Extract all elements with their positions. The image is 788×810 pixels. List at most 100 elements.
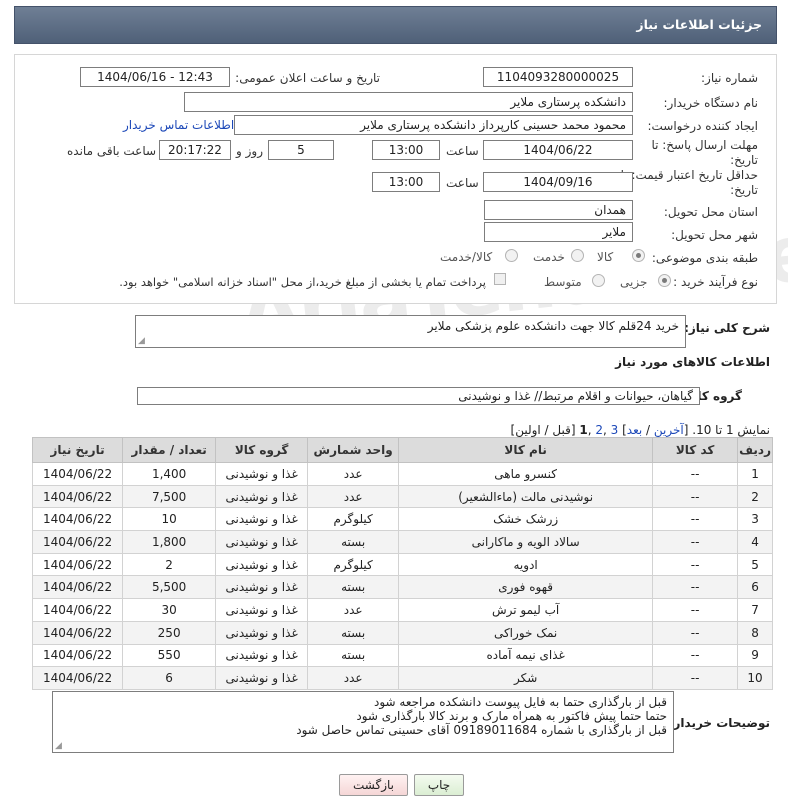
cell-item-name: زرشک خشک	[398, 507, 654, 532]
items-table: ردیف کد کالا نام کالا واحد شمارش گروه کا…	[31, 437, 773, 690]
table-row[interactable]: 2 -- نوشیدنی مالت (ماءالشعیر) عدد غذا و نوشی…	[31, 484, 773, 509]
process-radio-minor[interactable]	[658, 274, 671, 287]
buyer-note-line-3: قبل از بارگذاری با شماره 09189011684 آقا…	[296, 723, 667, 737]
reply-date-field[interactable]: 1404/06/22	[483, 140, 633, 160]
cell-group: غذا و نوشیدنی	[215, 643, 309, 668]
col-quantity: تعداد / مقدار	[122, 437, 217, 463]
city-label: شهر محل تحویل:	[671, 228, 758, 242]
cell-item-code: --	[652, 575, 739, 600]
cell-unit: بسته	[307, 530, 400, 554]
table-row[interactable]: 10 -- شکر عدد غذا و نوشیدنی 6 1404/06/22	[31, 666, 773, 690]
cell-item-name: نوشیدنی مالت (ماءالشعیر)	[398, 484, 654, 509]
pagination-last-link[interactable]: آخرین	[654, 423, 684, 437]
print-button[interactable]: چاپ	[414, 774, 464, 796]
back-button[interactable]: بازگشت	[339, 774, 408, 796]
province-label: استان محل تحویل:	[663, 205, 758, 219]
pagination: نمایش 1 تا 10. [آخرین / بعد] 3 ,2 ,1 [قب…	[511, 423, 770, 437]
summary-textarea[interactable]: خرید 24قلم کالا جهت دانشکده علوم پزشکی م…	[135, 315, 686, 348]
table-row[interactable]: 4 -- سالاد الویه و ماکارانی بسته غذا و نوشید…	[31, 530, 773, 554]
cell-unit: بسته	[307, 643, 400, 668]
cell-quantity: 5,500	[122, 575, 217, 600]
cell-need-date: 1404/06/22	[31, 620, 124, 645]
cell-item-name: آب لیمو ترش	[398, 598, 654, 622]
cell-row-number: 3	[737, 507, 773, 532]
requester-label: ایجاد کننده درخواست:	[647, 119, 758, 133]
pagination-prefix: نمایش 1 تا 10. [	[683, 423, 770, 437]
cell-item-code: --	[652, 507, 739, 532]
cell-group: غذا و نوشیدنی	[215, 598, 309, 622]
treasury-note: پرداخت تمام یا بخشی از مبلغ خرید،از محل …	[119, 275, 486, 289]
buyer-note-line-1: قبل از بارگذاری حتما به فایل پیوست دانشک…	[373, 695, 667, 709]
category-radio-goods[interactable]	[632, 249, 645, 262]
treasury-checkbox[interactable]	[494, 273, 506, 285]
cell-quantity: 250	[122, 620, 217, 645]
requester-field[interactable]: محمود محمد حسینی کارپرداز دانشکده پرستار…	[234, 115, 633, 135]
validity-time-field[interactable]: 13:00	[372, 172, 440, 192]
buyer-contact-link[interactable]: اطلاعات تماس خریدار	[123, 118, 234, 132]
table-row[interactable]: 6 -- قهوه فوری بسته غذا و نوشیدنی 5,500 1404/0…	[31, 575, 773, 600]
cell-group: غذا و نوشیدنی	[215, 620, 309, 645]
process-label: نوع فرآیند خرید :	[673, 275, 758, 289]
table-row[interactable]: 9 -- غذای نیمه آماده بسته غذا و نوشیدنی 550 14…	[31, 643, 773, 668]
table-row[interactable]: 1 -- کنسرو ماهی عدد غذا و نوشیدنی 1,400 1404/0…	[31, 462, 773, 486]
cell-row-number: 8	[737, 620, 773, 645]
category-radio-service[interactable]	[571, 249, 584, 262]
reply-deadline-label: مهلت ارسال پاسخ: تا تاریخ:	[651, 138, 758, 167]
cell-need-date: 1404/06/22	[31, 552, 124, 577]
category-label: طبقه بندی موضوعی:	[651, 251, 758, 265]
cell-quantity: 30	[122, 598, 217, 622]
province-field[interactable]: همدان	[484, 200, 633, 220]
validity-date-field[interactable]: 1404/09/16	[483, 172, 633, 192]
announce-field[interactable]: 1404/06/16 - 12:43	[80, 67, 230, 87]
reply-time-field[interactable]: 13:00	[372, 140, 440, 160]
cell-unit: کیلوگرم	[307, 552, 400, 577]
table-header-row: ردیف کد کالا نام کالا واحد شمارش گروه کا…	[31, 437, 773, 463]
need-number-field[interactable]: 1104093280000025	[483, 67, 633, 87]
buyer-org-field[interactable]: دانشکده پرستاری ملایر	[184, 92, 633, 112]
table-row[interactable]: 3 -- زرشک خشک کیلوگرم غذا و نوشیدنی 10 1404/06…	[31, 507, 773, 532]
price-validity-label: حداقل تاریخ اعتبار قیمت: تا تاریخ:	[620, 168, 758, 197]
cell-need-date: 1404/06/22	[31, 598, 124, 622]
cell-need-date: 1404/06/22	[31, 575, 124, 600]
pagination-next-link[interactable]: بعد	[627, 423, 642, 437]
buyer-notes-textarea[interactable]: قبل از بارگذاری حتما به فایل پیوست دانشک…	[52, 691, 674, 753]
category-option-goods-service: کالا/خدمت	[440, 250, 493, 264]
cell-unit: عدد	[307, 598, 400, 622]
col-group: گروه کالا	[215, 437, 309, 463]
cell-row-number: 2	[737, 484, 773, 509]
days-field[interactable]: 5	[268, 140, 334, 160]
cell-item-code: --	[652, 666, 739, 690]
process-radio-medium[interactable]	[592, 274, 605, 287]
cell-quantity: 7,500	[122, 484, 217, 509]
cell-unit: کیلوگرم	[307, 507, 400, 532]
page-title: جزئیات اطلاعات نیاز	[636, 17, 762, 32]
reply-time-label: ساعت	[446, 144, 479, 158]
goods-group-field[interactable]: گیاهان، حیوانات و اقلام مرتبط// غذا و نو…	[137, 387, 700, 405]
table-row[interactable]: 5 -- ادویه کیلوگرم غذا و نوشیدنی 2 1404/06/22	[31, 552, 773, 577]
resize-grip-icon: ◢	[55, 741, 62, 751]
category-radio-goods-service[interactable]	[505, 249, 518, 262]
cell-item-name: نمک خوراکی	[398, 620, 654, 645]
city-field[interactable]: ملایر	[484, 222, 633, 242]
cell-unit: عدد	[307, 462, 400, 486]
col-item-code: کد کالا	[652, 437, 739, 463]
need-number-label: شماره نیاز:	[701, 71, 758, 85]
cell-need-date: 1404/06/22	[31, 484, 124, 509]
cell-item-name: کنسرو ماهی	[398, 462, 654, 486]
pagination-pages-open: ]	[618, 423, 627, 437]
cell-need-date: 1404/06/22	[31, 462, 124, 486]
cell-row-number: 6	[737, 575, 773, 600]
table-row[interactable]: 8 -- نمک خوراکی بسته غذا و نوشیدنی 250 1404/06…	[31, 620, 773, 645]
resize-grip-icon: ◢	[138, 336, 145, 346]
pagination-comma-1: ,	[603, 423, 611, 437]
buyer-notes-label: توضیحات خریدار:	[668, 716, 770, 730]
pagination-page-2[interactable]: 2	[595, 423, 603, 437]
cell-row-number: 7	[737, 598, 773, 622]
table-row[interactable]: 7 -- آب لیمو ترش عدد غذا و نوشیدنی 30 1404/06/…	[31, 598, 773, 622]
remaining-label: ساعت باقی مانده	[67, 144, 157, 158]
col-item-name: نام کالا	[398, 437, 654, 463]
remaining-time-field[interactable]: 20:17:22	[159, 140, 231, 160]
pagination-separator: /	[642, 423, 654, 437]
summary-text: خرید 24قلم کالا جهت دانشکده علوم پزشکی م…	[427, 319, 679, 333]
category-option-service: خدمت	[533, 250, 565, 264]
